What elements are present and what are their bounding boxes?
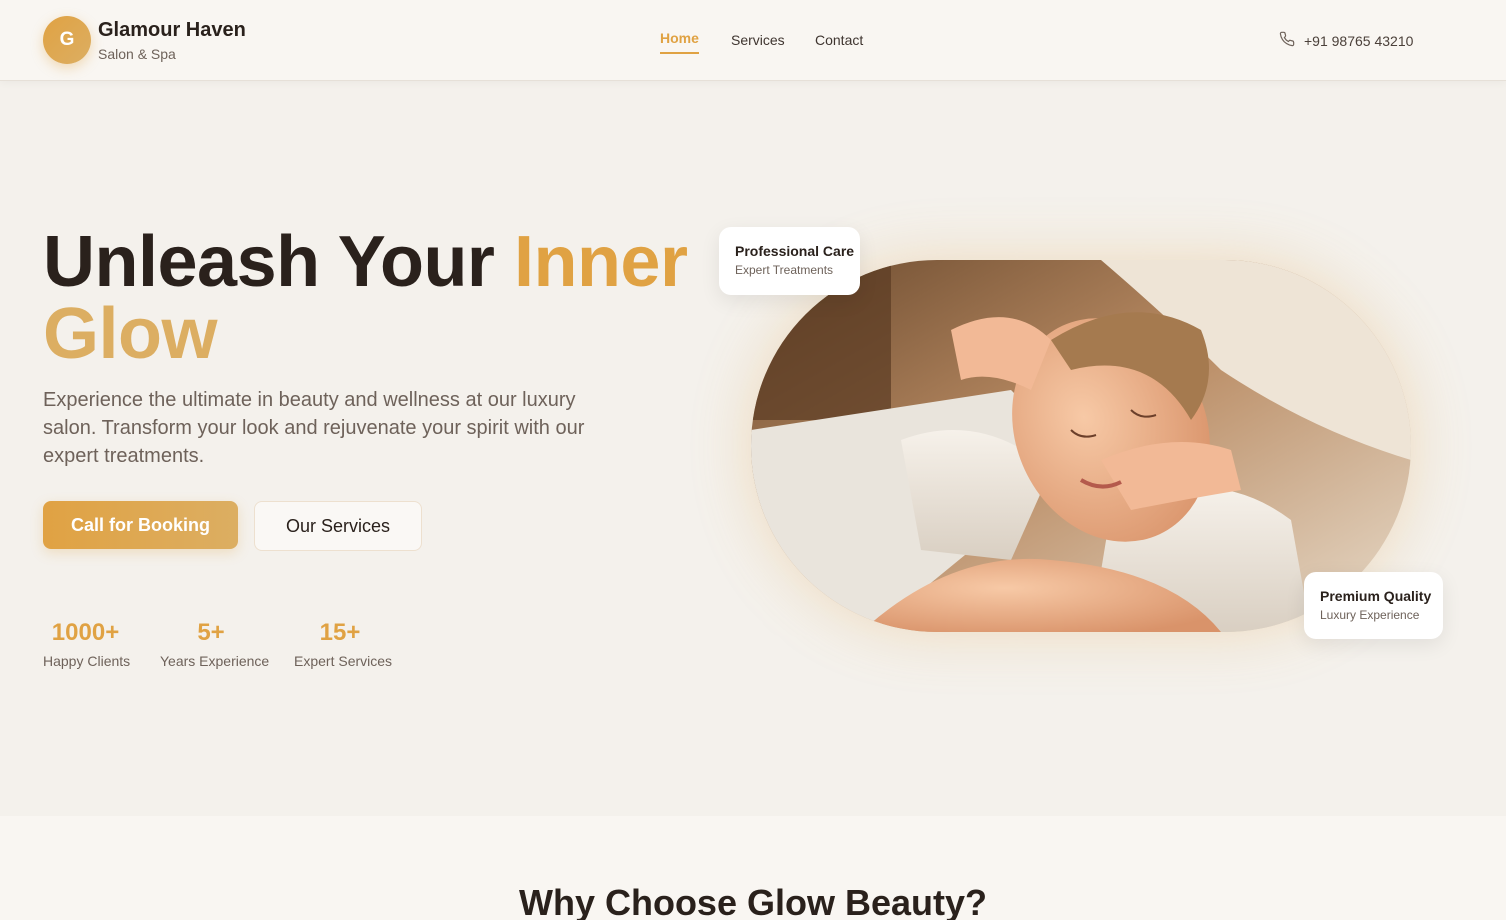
- stat-value: 5+: [197, 619, 225, 646]
- stat-value: 1000+: [51, 619, 120, 646]
- phone-icon: [1279, 31, 1295, 50]
- hero-title-accent2: Glow: [43, 294, 218, 374]
- phone-link[interactable]: +91 98765 43210: [1279, 31, 1413, 50]
- hero-title-main: Unleash Your: [43, 222, 514, 302]
- stat-expert-services: 15+ Expert Services: [294, 619, 393, 669]
- stat-years-experience: 5+ Years Experience: [160, 619, 270, 669]
- professional-care-badge: Professional Care Expert Treatments: [719, 227, 860, 295]
- our-services-button[interactable]: Our Services: [254, 501, 422, 551]
- hero-title-accent: Inner: [513, 222, 688, 302]
- nav-contact[interactable]: Contact: [815, 32, 863, 54]
- brand-subtitle: Salon & Spa: [98, 46, 176, 62]
- site-header: G Glamour Haven Salon & Spa Home Service…: [0, 0, 1506, 81]
- badge-title: Premium Quality: [1320, 588, 1432, 604]
- why-choose-heading: Why Choose Glow Beauty?: [518, 882, 988, 920]
- nav-services[interactable]: Services: [731, 32, 785, 54]
- call-for-booking-button[interactable]: Call for Booking: [43, 501, 238, 549]
- premium-quality-badge: Premium Quality Luxury Experience: [1304, 572, 1443, 639]
- badge-subtitle: Expert Treatments: [735, 263, 834, 277]
- logo-badge[interactable]: G: [43, 16, 91, 64]
- stat-value: 15+: [319, 619, 361, 646]
- stat-label: Expert Services: [294, 653, 393, 669]
- stat-happy-clients: 1000+ Happy Clients: [43, 619, 131, 669]
- nav-home[interactable]: Home: [660, 30, 699, 54]
- phone-number: +91 98765 43210: [1304, 32, 1414, 49]
- hero-description: Experience the ultimate in beauty and we…: [43, 389, 585, 467]
- brand-name[interactable]: Glamour Haven: [98, 19, 246, 42]
- hero-title: Unleash Your Inner Glow: [43, 226, 723, 370]
- stat-label: Happy Clients: [43, 653, 131, 669]
- stat-label: Years Experience: [160, 653, 270, 669]
- badge-title: Professional Care: [735, 243, 855, 259]
- badge-subtitle: Luxury Experience: [1320, 608, 1420, 622]
